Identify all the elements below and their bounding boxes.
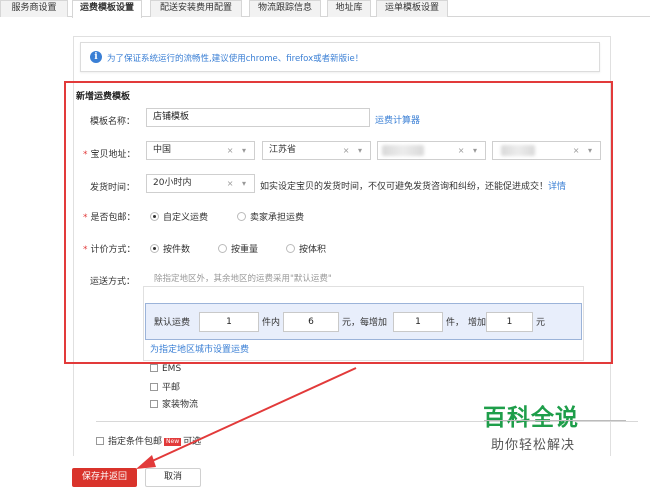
cancel-button[interactable]: 取消 bbox=[145, 468, 201, 487]
watermark-line bbox=[484, 420, 626, 421]
arrow-line bbox=[149, 367, 357, 463]
save-return-button[interactable]: 保存并返回 bbox=[72, 468, 137, 487]
arrow-head bbox=[136, 455, 156, 469]
watermark-title: 百科全说 bbox=[483, 405, 579, 431]
watermark-subtitle: 助你轻松解决 bbox=[491, 438, 576, 453]
